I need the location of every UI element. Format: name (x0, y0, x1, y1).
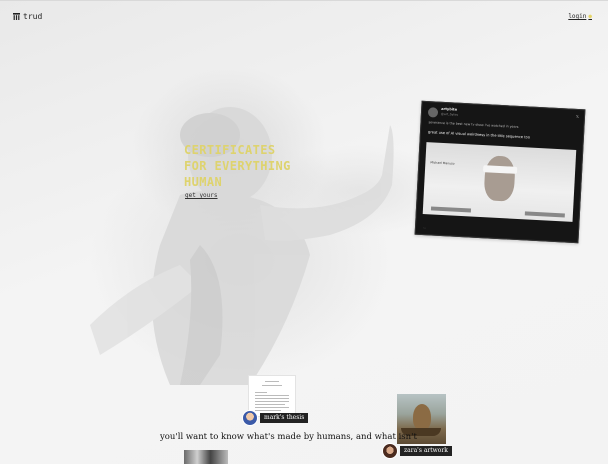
tweet-text: great use of AI visual weirdness in the … (427, 130, 531, 140)
tagline: you'll want to know what's made by human… (160, 432, 417, 442)
brand-logo[interactable]: trud (13, 12, 42, 21)
login-label: login (568, 13, 587, 20)
thesis-chip[interactable]: mark's thesis (242, 410, 309, 426)
media-text-bar-left (430, 206, 472, 213)
tweet-card: artybite @art_bytes 𝕏 severance is the b… (414, 100, 586, 244)
zara-avatar (382, 443, 398, 459)
bottom-photo-thumbnail (184, 450, 228, 464)
tweet-author-handle: @art_bytes (440, 111, 459, 117)
artwork-bird-figure (413, 404, 431, 430)
statue-illustration (90, 107, 394, 385)
tweet-quoted-text: severance is the best new tv show i've w… (428, 120, 519, 129)
login-dot-icon: ● (588, 13, 592, 20)
tweet-x-icon: 𝕏 (575, 113, 580, 120)
thesis-label: mark's thesis (260, 413, 309, 423)
tweet-avatar (427, 107, 439, 118)
logo-text: trud (23, 12, 43, 21)
hero-title-line-2: FOR EVERYTHING (184, 159, 291, 173)
hero-title: CERTIFICATES FOR EVERYTHING HUMAN (184, 142, 291, 190)
tweet-media: Michael Manuso (422, 142, 577, 222)
artwork-label: zara's artwork (400, 446, 452, 456)
media-text-bar-right (524, 211, 565, 218)
mark-avatar (242, 410, 258, 426)
tweet-author-name: artybite (441, 106, 458, 112)
hero-title-line-3: HUMAN (184, 175, 223, 189)
hero-title-line-1: CERTIFICATES (184, 143, 276, 157)
media-face-figure (483, 155, 516, 202)
tweet-footer: ··· (422, 226, 426, 231)
trud-logo-icon (13, 13, 20, 20)
get-yours-link[interactable]: get yours (185, 192, 218, 199)
artwork-chip[interactable]: zara's artwork (382, 443, 452, 459)
login-link[interactable]: login ● (568, 13, 592, 20)
tweet-media-caption: Michael Manuso (430, 160, 455, 166)
top-border (0, 0, 608, 1)
